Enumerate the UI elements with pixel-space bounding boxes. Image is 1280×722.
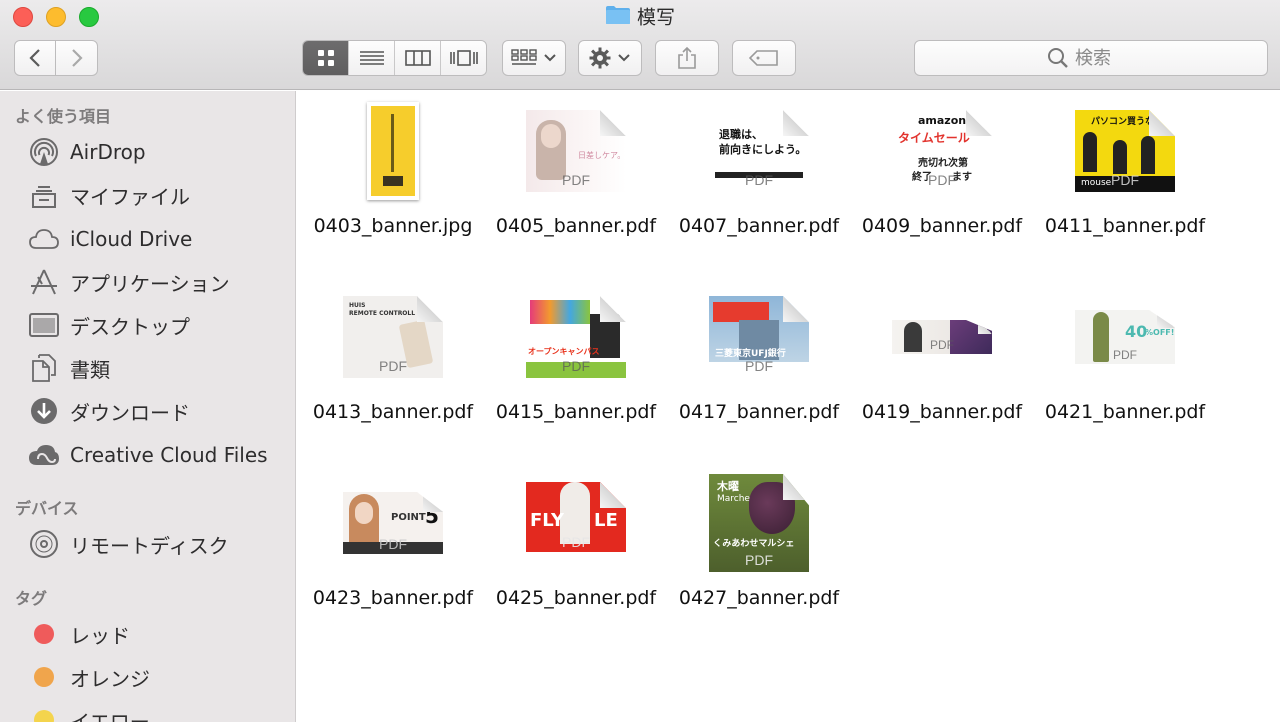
chevron-left-icon <box>29 49 40 67</box>
applications-icon <box>28 266 60 298</box>
sidebar-heading-favorites: よく使う項目 <box>15 107 112 126</box>
file-thumbnail: amazon タイムセール 売切れ次第 終了 ます PDF <box>892 101 992 201</box>
yellow-tag-dot <box>34 710 54 722</box>
red-tag-dot <box>34 624 54 644</box>
tag-icon <box>749 50 778 66</box>
pdf-document-icon: HUIS REMOTE CONTROLL PDF <box>343 296 443 378</box>
search-icon <box>1048 48 1068 68</box>
sidebar-item-desktop[interactable]: デスクトップ <box>28 308 190 342</box>
file-thumbnail: POINT 5 PDF <box>343 473 443 573</box>
file-thumbnail: 40 %OFF! PDF <box>1075 287 1175 387</box>
sidebar-tag-yellow[interactable]: イエロー <box>34 705 150 722</box>
arrange-grid-icon <box>511 49 537 65</box>
file-thumbnail: FLY LE PDF <box>526 473 626 573</box>
file-thumbnail <box>343 101 443 201</box>
pdf-document-icon: パソコン買うな mouse PDF <box>1075 110 1175 192</box>
edit-tags-button[interactable] <box>732 40 796 76</box>
pdf-document-icon: 退職は、 前向きにしよう。 PDF <box>709 110 809 192</box>
search-field[interactable] <box>914 40 1268 76</box>
documents-icon <box>28 352 60 384</box>
folder-icon <box>605 5 631 24</box>
file-thumbnail: HUIS REMOTE CONTROLL PDF <box>343 287 443 387</box>
airdrop-icon <box>28 136 60 168</box>
gear-icon <box>589 47 611 69</box>
jpg-preview-image <box>367 102 419 200</box>
file-browser-content: 0403_banner.jpg 日差しケア。 PDF 0405_banner.p… <box>297 91 1280 722</box>
pdf-document-icon: 40 %OFF! PDF <box>1075 310 1175 364</box>
file-item[interactable]: 日差しケア。 PDF 0405_banner.pdf <box>484 101 668 251</box>
file-item[interactable]: オープンキャンパス PDF 0415_banner.pdf <box>484 287 668 437</box>
sidebar-item-applications[interactable]: アプリケーション <box>28 265 230 299</box>
view-mode-selector <box>302 40 487 76</box>
sidebar-item-remote-disc[interactable]: リモートディスク <box>28 527 229 561</box>
file-item[interactable]: PDF 0419_banner.pdf <box>850 287 1034 437</box>
file-item[interactable]: 退職は、 前向きにしよう。 PDF 0407_banner.pdf <box>667 101 851 251</box>
cover-flow-view-button[interactable] <box>441 41 486 75</box>
pdf-document-icon: POINT 5 PDF <box>343 492 443 554</box>
file-item[interactable]: パソコン買うな mouse PDF 0411_banner.pdf <box>1033 101 1217 251</box>
list-view-button[interactable] <box>349 41 395 75</box>
icon-view-button[interactable] <box>303 41 349 75</box>
pdf-document-icon: オープンキャンパス PDF <box>526 296 626 378</box>
search-input[interactable] <box>1075 47 1135 69</box>
cover-flow-icon <box>449 50 478 66</box>
arrange-button[interactable] <box>502 40 566 76</box>
all-my-files-icon <box>28 179 60 211</box>
sidebar: よく使う項目 AirDrop マイファイル iCloud Drive アプリケー… <box>0 91 296 722</box>
desktop-icon <box>28 309 60 341</box>
orange-tag-dot <box>34 667 54 687</box>
sidebar-item-icloud-drive[interactable]: iCloud Drive <box>28 222 192 256</box>
pdf-document-icon: PDF <box>892 320 992 354</box>
pdf-document-icon: amazon タイムセール 売切れ次第 終了 ます PDF <box>892 110 992 192</box>
file-thumbnail: 退職は、 前向きにしよう。 PDF <box>709 101 809 201</box>
file-item[interactable]: 木曜 Marche くみあわせマルシェ PDF 0427_banner.pdf <box>667 473 851 623</box>
pdf-document-icon: 三菱東京UFJ銀行 PDF <box>709 296 809 378</box>
file-thumbnail: 日差しケア。 PDF <box>526 101 626 201</box>
file-item[interactable]: 40 %OFF! PDF 0421_banner.pdf <box>1033 287 1217 437</box>
download-icon <box>28 395 60 427</box>
pdf-document-icon: 日差しケア。 PDF <box>526 110 626 192</box>
grid-icon <box>317 50 334 66</box>
window-title: 模写 <box>0 5 1280 29</box>
sidebar-tag-orange[interactable]: オレンジ <box>34 662 150 692</box>
sidebar-item-all-my-files[interactable]: マイファイル <box>28 178 190 212</box>
sidebar-tag-red[interactable]: レッド <box>34 619 130 649</box>
file-item[interactable]: 0403_banner.jpg <box>301 101 485 251</box>
share-button[interactable] <box>655 40 719 76</box>
sidebar-heading-tags: タグ <box>15 589 48 608</box>
pdf-document-icon: 木曜 Marche くみあわせマルシェ PDF <box>709 474 809 572</box>
sidebar-item-documents[interactable]: 書類 <box>28 351 110 385</box>
file-thumbnail: PDF <box>892 287 992 387</box>
action-button[interactable] <box>578 40 642 76</box>
chevron-down-icon <box>618 54 630 62</box>
share-icon <box>678 46 696 69</box>
file-item[interactable]: POINT 5 PDF 0423_banner.pdf <box>301 473 485 623</box>
chevron-down-icon <box>544 54 556 62</box>
file-thumbnail: パソコン買うな mouse PDF <box>1075 101 1175 201</box>
remote-disc-icon <box>28 528 60 560</box>
back-button[interactable] <box>14 40 56 76</box>
window-toolbar: 模写 <box>0 0 1280 90</box>
forward-button[interactable] <box>56 40 98 76</box>
file-item[interactable]: amazon タイムセール 売切れ次第 終了 ます PDF 0409_banne… <box>850 101 1034 251</box>
sidebar-item-airdrop[interactable]: AirDrop <box>28 135 146 169</box>
file-item[interactable]: 三菱東京UFJ銀行 PDF 0417_banner.pdf <box>667 287 851 437</box>
column-view-button[interactable] <box>395 41 441 75</box>
file-thumbnail: オープンキャンパス PDF <box>526 287 626 387</box>
list-icon <box>359 51 384 65</box>
file-item[interactable]: FLY LE PDF 0425_banner.pdf <box>484 473 668 623</box>
sidebar-item-creative-cloud[interactable]: Creative Cloud Files <box>28 438 268 472</box>
sidebar-item-downloads[interactable]: ダウンロード <box>28 394 190 428</box>
file-item[interactable]: HUIS REMOTE CONTROLL PDF 0413_banner.pdf <box>301 287 485 437</box>
pdf-document-icon: FLY LE PDF <box>526 482 626 564</box>
columns-icon <box>404 50 431 66</box>
file-thumbnail: 木曜 Marche くみあわせマルシェ PDF <box>709 473 809 573</box>
cloud-icon <box>28 223 60 255</box>
creative-cloud-icon <box>28 439 60 471</box>
file-thumbnail: 三菱東京UFJ銀行 PDF <box>709 287 809 387</box>
sidebar-heading-devices: デバイス <box>15 499 79 518</box>
chevron-right-icon <box>71 49 83 67</box>
